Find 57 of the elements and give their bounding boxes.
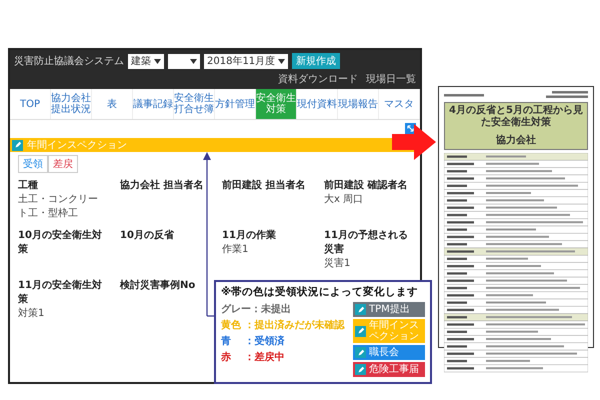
accept-button[interactable]: 受領 <box>18 155 48 173</box>
return-button[interactable]: 差戻 <box>48 155 78 173</box>
callout-note: ※帯の色は受領状況によって変化します <box>221 285 420 299</box>
pencil-icon <box>356 348 364 356</box>
field-label: 協力会社 担当者名 <box>120 178 204 192</box>
field-value: 作業1 <box>222 242 248 256</box>
nav-tab[interactable]: 安全衛生打合せ簿 <box>174 89 215 119</box>
field-label: 前田建設 担当者名 <box>222 178 306 192</box>
nav-tab[interactable]: 議事記録 <box>133 89 174 119</box>
field-label: 10月の反省 <box>120 228 174 242</box>
band-title: 年間インスペクション <box>369 320 420 342</box>
filter-select[interactable] <box>168 54 200 68</box>
site-select[interactable]: 建築 <box>128 54 164 68</box>
band-title: 危険工事届 <box>369 364 419 375</box>
caret-icon <box>190 58 197 64</box>
field-label: 検討災害事例No <box>120 278 196 292</box>
field-label: 11月の安全衛生対策 <box>18 278 103 306</box>
legend-text: 赤 ：差戻中 <box>221 350 284 364</box>
edit-button[interactable] <box>12 140 23 150</box>
month-select[interactable]: 2018年11月度 <box>204 54 288 68</box>
field-label: 11月の予想される災害 <box>324 228 409 256</box>
header-link[interactable]: 現場日一覧 <box>366 72 416 86</box>
legend-text: 黄色 ：提出済みだが未確認 <box>221 318 344 332</box>
pencil-icon <box>356 366 364 374</box>
edit-button[interactable] <box>355 347 366 358</box>
field-label: 工種 <box>18 179 38 192</box>
big-arrow <box>392 124 436 160</box>
legend-text: グレー：未提出 <box>221 302 291 316</box>
document-subtitle: 協力会社 <box>496 135 536 146</box>
document-title: 4月の反省と5月の工程から見た安全衛生対策 <box>448 105 584 128</box>
pencil-icon <box>356 327 364 335</box>
nav-tab[interactable]: 協力会社提出状況 <box>51 89 92 119</box>
nav-tab[interactable]: 現付資料 <box>297 89 338 119</box>
app-title: 災害防止協議会システム <box>14 54 124 68</box>
nav-tab[interactable]: 現場報告 <box>338 89 379 119</box>
band-title: TPM提出 <box>369 304 410 315</box>
edit-button[interactable] <box>355 304 366 315</box>
field-value: 対策1 <box>18 306 44 320</box>
header-link[interactable]: 資料ダウンロード <box>278 72 358 86</box>
field-label: 11月の作業 <box>222 228 276 242</box>
new-button[interactable]: 新規作成 <box>292 53 340 69</box>
pencil-icon <box>356 306 364 314</box>
field-value: 土工・コンクリート工・型枠工 <box>18 192 99 220</box>
legend-text: 青 ：受領済 <box>221 334 284 348</box>
field-label: 前田建設 確認者名 <box>324 178 408 192</box>
band-title: 年間インスペクション <box>27 139 127 152</box>
field-value: 災害1 <box>324 256 350 270</box>
pencil-icon <box>14 141 22 149</box>
field-label: 10月の安全衛生対策 <box>18 228 103 256</box>
band-title: 職長会 <box>369 347 399 358</box>
nav-tab[interactable]: 方針管理 <box>215 89 256 119</box>
edit-button[interactable] <box>355 326 366 336</box>
edit-button[interactable] <box>355 364 366 375</box>
caret-icon <box>278 58 286 64</box>
field-value: 大x 周口 <box>324 192 364 206</box>
caret-icon <box>154 58 161 64</box>
nav-tab[interactable]: 安全衛生対策 <box>256 89 297 119</box>
